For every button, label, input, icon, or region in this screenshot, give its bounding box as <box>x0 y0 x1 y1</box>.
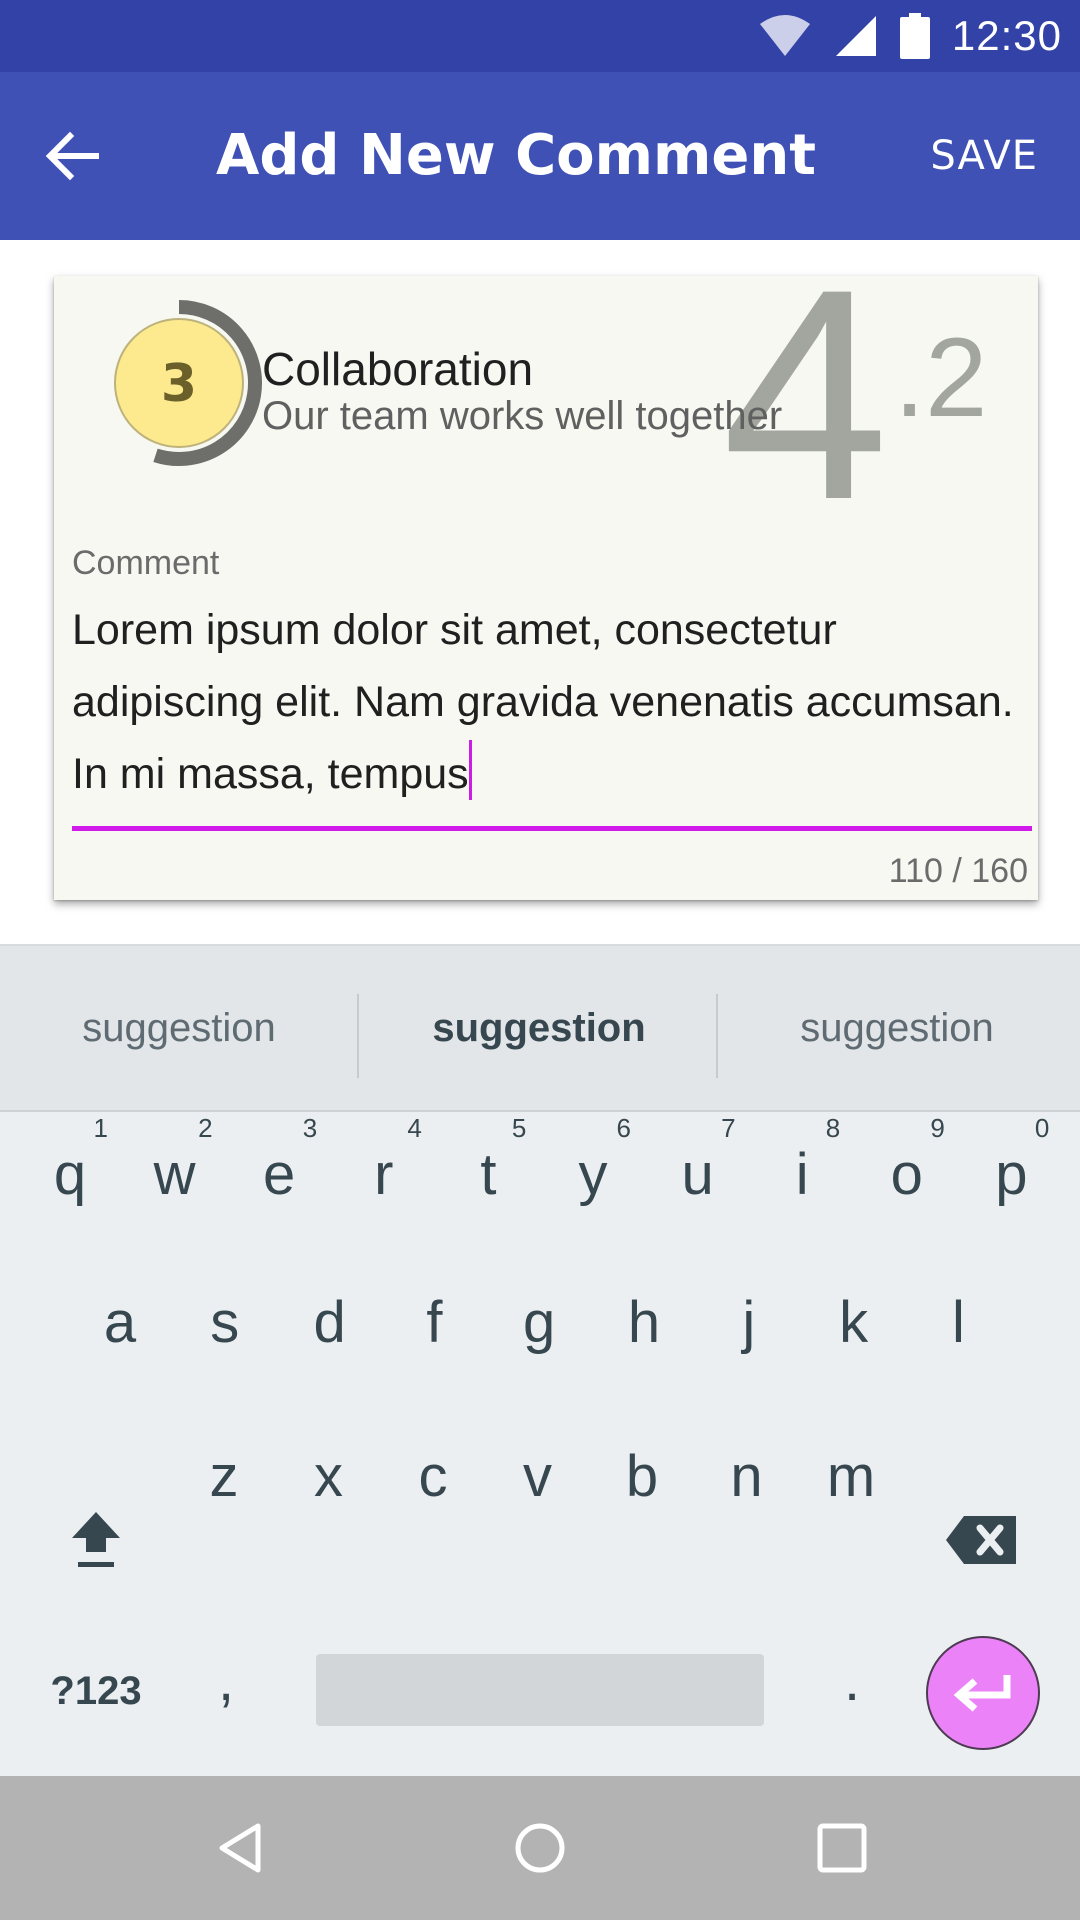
key-v[interactable]: v <box>486 1422 590 1532</box>
key-j[interactable]: j <box>697 1268 801 1378</box>
suggestion-right[interactable]: suggestion <box>718 946 1076 1110</box>
char-counter: 110 / 160 <box>888 852 1028 890</box>
key-d[interactable]: d <box>278 1268 382 1378</box>
shift-arrow-icon <box>72 1512 120 1567</box>
key-s[interactable]: s <box>173 1268 277 1378</box>
key-c[interactable]: c <box>381 1422 485 1532</box>
key-number-hint: 4 <box>407 1113 422 1143</box>
key-a[interactable]: a <box>68 1268 172 1378</box>
topic-title: Collaboration <box>262 343 534 395</box>
battery-icon <box>899 13 930 59</box>
status-time: 12:30 <box>951 12 1062 59</box>
key-number-hint: 0 <box>1034 1113 1050 1143</box>
key-number-hint: 2 <box>198 1113 213 1143</box>
key-h[interactable]: h <box>592 1268 696 1378</box>
soft-keyboard: suggestion suggestion suggestion 1q2w3e4… <box>0 944 1080 1778</box>
key-number-hint: 3 <box>302 1113 318 1143</box>
key-number-hint: 5 <box>511 1113 527 1143</box>
symbols-key[interactable]: ?123 <box>44 1636 148 1746</box>
enter-key[interactable] <box>926 1636 1040 1750</box>
key-f[interactable]: f <box>382 1268 486 1378</box>
key-o[interactable]: 9o <box>855 1113 959 1230</box>
key-r[interactable]: 4r <box>332 1113 436 1230</box>
key-label: i <box>795 1142 809 1207</box>
key-t[interactable]: 5t <box>436 1113 540 1230</box>
key-label: p <box>995 1142 1028 1207</box>
key-m[interactable]: m <box>799 1422 903 1532</box>
home-circle-icon <box>515 1823 565 1873</box>
comment-input[interactable]: Lorem ipsum dolor sit amet, consectetur … <box>72 594 1022 810</box>
comma-key[interactable]: , <box>174 1626 278 1736</box>
key-label: o <box>890 1142 923 1207</box>
key-label: u <box>681 1142 714 1207</box>
input-underline <box>72 826 1032 831</box>
nav-recents-button[interactable] <box>792 1798 892 1898</box>
shift-key[interactable] <box>44 1486 148 1596</box>
period-key[interactable]: . <box>800 1626 904 1736</box>
key-u[interactable]: 7u <box>646 1113 750 1230</box>
key-x[interactable]: x <box>277 1422 381 1532</box>
recents-square-icon <box>817 1823 867 1873</box>
key-number-hint: 8 <box>825 1113 841 1143</box>
comment-label: Comment <box>72 544 220 582</box>
app-bar: Add New Comment SAVE <box>0 72 1080 240</box>
key-label: y <box>578 1142 608 1207</box>
key-i[interactable]: 8i <box>750 1113 854 1230</box>
arrow-left-icon <box>45 131 99 181</box>
comment-text: Lorem ipsum dolor sit amet, consectetur … <box>72 606 1014 798</box>
key-label: e <box>263 1142 296 1207</box>
wifi-icon <box>759 15 810 56</box>
key-z[interactable]: z <box>172 1422 276 1532</box>
suggestion-strip: suggestion suggestion suggestion <box>0 946 1080 1112</box>
key-e[interactable]: 3e <box>227 1113 331 1230</box>
back-button[interactable] <box>30 114 114 198</box>
status-bar: 12:30 <box>0 0 1080 72</box>
navigation-bar <box>0 1776 1080 1920</box>
signal-icon <box>835 16 876 56</box>
back-triangle-icon <box>219 1823 261 1873</box>
key-number-hint: 7 <box>721 1113 736 1143</box>
key-q[interactable]: 1q <box>18 1113 122 1230</box>
topic-subtitle: Our team works well together <box>262 394 783 438</box>
suggestion-left[interactable]: suggestion <box>0 946 358 1110</box>
score-decimal: .2 <box>894 315 988 440</box>
suggestion-divider <box>357 994 359 1078</box>
text-cursor <box>468 740 472 800</box>
key-label: q <box>53 1142 87 1207</box>
key-label: w <box>153 1142 196 1207</box>
save-button[interactable]: SAVE <box>930 108 1038 204</box>
rank-ring: 3 <box>114 300 262 466</box>
key-l[interactable]: l <box>906 1268 1010 1378</box>
comment-card: 3 4 .2 Collaboration Our team works well… <box>54 244 1038 900</box>
page-title: Add New Comment <box>216 123 816 188</box>
key-number-hint: 1 <box>93 1113 108 1143</box>
key-number-hint: 6 <box>616 1113 631 1143</box>
key-p[interactable]: 0p <box>959 1113 1063 1230</box>
rank-number: 3 <box>161 354 197 414</box>
key-label: r <box>374 1142 394 1207</box>
space-bar[interactable] <box>316 1654 764 1726</box>
backspace-key[interactable] <box>930 1486 1034 1596</box>
key-w[interactable]: 2w <box>123 1113 227 1230</box>
key-k[interactable]: k <box>802 1268 906 1378</box>
backspace-icon <box>946 1516 1016 1564</box>
key-label: t <box>480 1142 497 1207</box>
nav-home-button[interactable] <box>490 1798 590 1898</box>
key-number-hint: 9 <box>930 1113 945 1143</box>
key-g[interactable]: g <box>487 1268 591 1378</box>
nav-back-button[interactable] <box>190 1798 290 1898</box>
suggestion-center[interactable]: suggestion <box>360 946 718 1110</box>
key-n[interactable]: n <box>695 1422 799 1532</box>
key-b[interactable]: b <box>590 1422 694 1532</box>
enter-return-icon <box>953 1675 1011 1712</box>
key-y[interactable]: 6y <box>541 1113 645 1230</box>
